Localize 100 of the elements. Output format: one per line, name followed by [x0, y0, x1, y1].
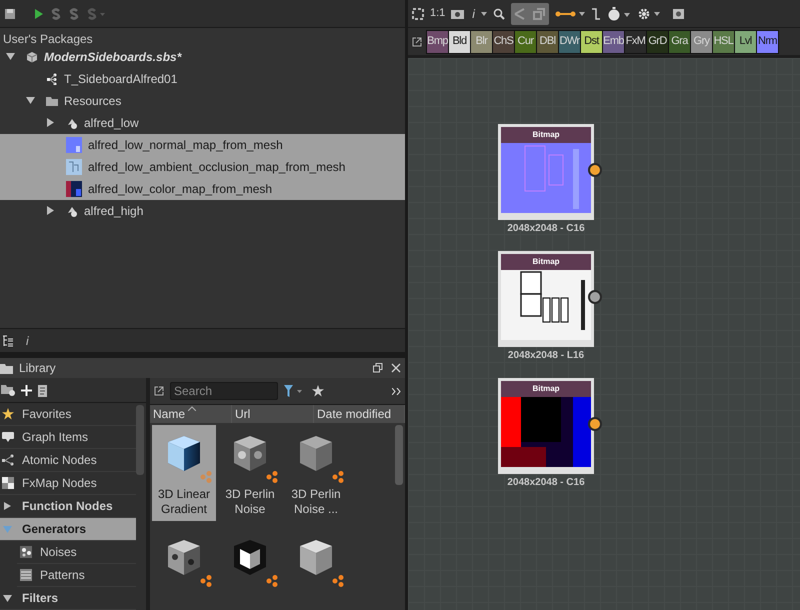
library-item[interactable]: 3D Linear Gradient — [152, 425, 216, 521]
cube-thumbnail — [300, 540, 332, 575]
float-icon[interactable] — [373, 363, 383, 373]
external-link-icon[interactable] — [412, 36, 422, 46]
tree-row[interactable]: alfred_low_ambient_occlusion_map_from_mesh — [0, 156, 405, 178]
tree-item-label[interactable]: alfred_high — [84, 202, 144, 220]
normal-map-thumbnail-icon — [66, 137, 82, 153]
scrollbar[interactable] — [395, 425, 403, 485]
node-palette-button[interactable]: DBl — [537, 30, 558, 52]
category-row[interactable]: Filters — [0, 587, 136, 610]
tree-row[interactable]: alfred_low_color_map_from_mesh — [0, 178, 405, 200]
node-title: Bitmap — [501, 127, 591, 143]
graph-icon — [46, 73, 58, 85]
document-edit-icon[interactable] — [38, 384, 49, 396]
panel-header: User's Packages — [2, 31, 94, 45]
node-palette-button[interactable]: Lvl — [735, 30, 756, 52]
node-palette-button[interactable]: FxM — [625, 30, 646, 52]
output-port[interactable] — [588, 290, 602, 304]
category-label[interactable]: Graph Items — [22, 428, 88, 446]
external-link-icon[interactable] — [154, 386, 164, 396]
fit-view-icon[interactable] — [412, 8, 424, 20]
close-icon[interactable] — [391, 363, 401, 373]
save-icon[interactable] — [4, 8, 16, 20]
tree-item-label[interactable]: T_SideboardAlfred01 — [64, 70, 178, 88]
tree-row[interactable]: T_SideboardAlfred01 — [0, 68, 405, 90]
category-row[interactable]: Patterns — [17, 564, 136, 587]
category-label[interactable]: Patterns — [40, 566, 85, 584]
zoom-button[interactable]: 1:1 — [430, 5, 446, 22]
tree-item-label[interactable]: alfred_low_normal_map_from_mesh — [88, 136, 283, 154]
library-item[interactable]: 3D Perlin Noise — [218, 425, 282, 521]
category-row[interactable]: Noises — [17, 541, 136, 564]
tree-icon[interactable] — [2, 334, 14, 346]
output-port[interactable] — [588, 417, 602, 431]
cube-thumbnail — [234, 436, 266, 471]
tree-item-label[interactable]: alfred_low_ambient_occlusion_map_from_mesh — [88, 158, 346, 176]
tree-row[interactable]: alfred_low — [0, 112, 405, 134]
node-palette-button[interactable]: Emb — [603, 30, 624, 52]
item-label: 3D Perlin Noise — [224, 487, 276, 517]
search-icon[interactable] — [492, 8, 505, 20]
node-palette-button[interactable]: Nrm — [757, 30, 778, 52]
node-palette-button[interactable]: Bld — [449, 30, 470, 52]
plus-icon[interactable] — [21, 384, 32, 396]
node-badge-icon — [200, 575, 212, 587]
more-icon[interactable] — [392, 388, 401, 394]
tree-row[interactable]: alfred_high — [0, 200, 405, 222]
tree-item-label[interactable]: alfred_low — [84, 114, 139, 132]
dollar-icon[interactable] — [50, 8, 62, 20]
bitmap-node[interactable]: Bitmap — [498, 251, 594, 347]
tree-row[interactable]: alfred_low_normal_map_from_mesh — [0, 134, 405, 156]
category-label[interactable]: Noises — [40, 543, 77, 561]
category-label[interactable]: Favorites — [22, 405, 72, 423]
checker-icon — [2, 477, 14, 489]
node-palette-button[interactable]: Gra — [669, 30, 690, 52]
category-row[interactable]: Favorites — [0, 403, 136, 426]
search-field[interactable]: Search — [170, 382, 278, 400]
bitmap-node[interactable]: Bitmap — [498, 378, 594, 474]
node-caption: 2048x2048 - C16 — [507, 476, 585, 490]
tree-row[interactable]: ModernSideboards.sbs* — [0, 46, 405, 68]
timer-dropdown-icon[interactable] — [606, 6, 631, 20]
scrollbar[interactable] — [136, 405, 144, 475]
star-icon[interactable] — [312, 385, 324, 397]
caret-icon[interactable] — [480, 12, 487, 16]
dollar-icon[interactable] — [68, 8, 80, 20]
category-row[interactable]: FxMap Nodes — [0, 472, 136, 495]
tree-item-label[interactable]: Resources — [64, 92, 122, 110]
node-palette-button[interactable]: DWr — [559, 30, 580, 52]
category-label[interactable]: FxMap Nodes — [22, 474, 97, 492]
elbow-icon[interactable] — [590, 8, 601, 20]
node-palette-button[interactable]: Cur — [515, 30, 536, 52]
pattern-icon — [20, 569, 32, 581]
settings-dropdown-icon[interactable] — [636, 6, 661, 20]
play-icon[interactable] — [34, 8, 44, 20]
tree-item-label[interactable]: alfred_low_color_map_from_mesh — [88, 180, 272, 198]
info-button[interactable]: i — [472, 4, 475, 22]
filter-dropdown-icon[interactable] — [284, 385, 304, 397]
tree-row[interactable]: Resources — [0, 90, 405, 112]
camera-icon[interactable] — [451, 8, 464, 19]
output-port[interactable] — [588, 163, 602, 177]
tree-item-label[interactable]: ModernSideboards.sbs* — [44, 48, 182, 66]
category-label[interactable]: Function Nodes — [22, 497, 113, 515]
node-badge-icon — [332, 471, 344, 483]
folder-add-icon[interactable] — [1, 384, 15, 396]
category-row[interactable]: Graph Items — [0, 426, 136, 449]
column-header[interactable]: Url — [232, 405, 314, 423]
category-label[interactable]: Atomic Nodes — [22, 451, 97, 469]
node-palette-button[interactable]: Dst — [581, 30, 602, 52]
category-row[interactable]: Generators — [0, 518, 136, 541]
column-header[interactable]: Name — [150, 405, 232, 423]
category-label[interactable]: Generators — [22, 520, 86, 538]
category-label[interactable]: Filters — [22, 589, 58, 607]
link-dropdown-icon[interactable] — [554, 10, 585, 18]
bitmap-node[interactable]: Bitmap — [498, 124, 594, 220]
node-palette-button[interactable]: Bmp — [427, 30, 448, 52]
screenshot-icon[interactable] — [672, 8, 684, 18]
node-palette-button[interactable]: GrD — [647, 30, 668, 52]
node-palette-button[interactable]: ChS — [493, 30, 514, 52]
library-item[interactable]: 3D Perlin Noise ... — [284, 425, 348, 521]
column-header[interactable]: Date modified — [314, 405, 405, 423]
layout-toggle-button[interactable] — [510, 2, 549, 24]
info-tab[interactable]: i — [26, 332, 29, 350]
